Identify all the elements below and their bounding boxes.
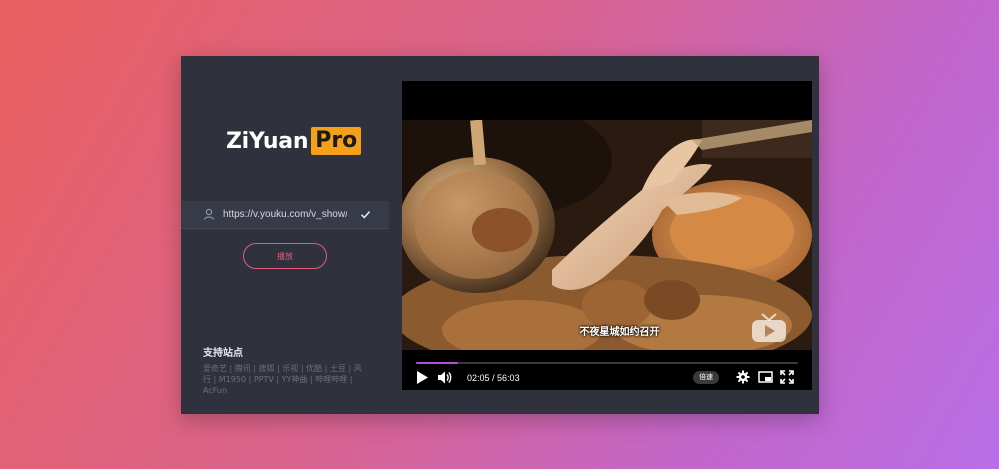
play-icon[interactable] [416, 370, 429, 385]
logo-text: ZiYuan [226, 128, 309, 154]
video-frame[interactable]: 不夜星城如约召开 [402, 120, 812, 350]
supported-sites-list: 爱奇艺 | 腾讯 | 搜狐 | 乐视 | 优酷 | 土豆 | 风行 | M195… [203, 364, 362, 395]
fullscreen-icon[interactable] [780, 370, 794, 384]
video-url-input[interactable] [223, 205, 347, 224]
logo-badge: Pro [311, 127, 362, 155]
time-separator: / [489, 373, 498, 383]
picture-in-picture-icon[interactable] [758, 371, 773, 384]
supported-sites-title: 支持站点 [203, 348, 243, 359]
check-icon[interactable] [360, 209, 371, 220]
player-controls: 02:05 / 56:03 倍速 [402, 368, 812, 390]
user-icon [204, 208, 214, 220]
progress-fill [416, 362, 459, 364]
speed-button[interactable]: 倍速 [693, 371, 719, 384]
url-field-row [181, 201, 389, 229]
player-card: ZiYuan Pro 播放 支持站点 爱奇艺 | 腾讯 | 搜狐 | 乐视 | … [181, 56, 819, 414]
volume-icon[interactable] [437, 370, 452, 385]
progress-bar[interactable] [416, 362, 798, 364]
gear-icon[interactable] [736, 370, 750, 384]
playback-time: 02:05 / 56:03 [467, 371, 520, 385]
video-player[interactable]: 不夜星城如约召开 02:05 / 56:03 倍速 [402, 81, 812, 390]
sidebar: ZiYuan Pro 播放 支持站点 爱奇艺 | 腾讯 | 搜狐 | 乐视 | … [181, 56, 402, 414]
play-button[interactable]: 播放 [243, 243, 327, 269]
app-logo: ZiYuan Pro [226, 124, 362, 158]
current-time: 02:05 [467, 373, 490, 383]
duration: 56:03 [497, 373, 520, 383]
tv-logo-icon [752, 313, 786, 342]
